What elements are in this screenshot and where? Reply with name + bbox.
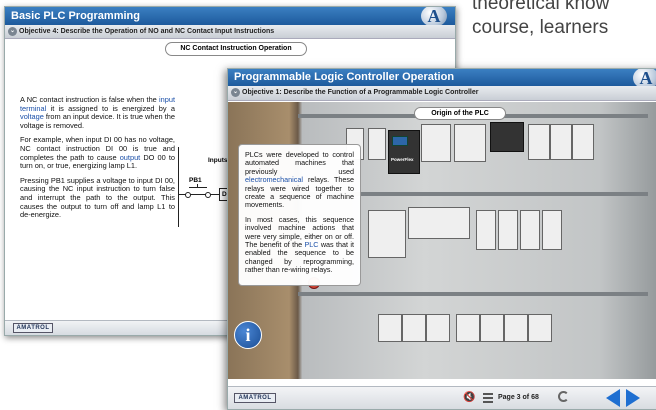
breaker-component <box>421 124 451 162</box>
front-title-bar: Programmable Logic Controller Operation … <box>228 69 656 89</box>
breaker-component <box>454 124 486 162</box>
front-info-panel: PLCs were developed to control automated… <box>238 144 361 286</box>
relay-component <box>368 128 386 160</box>
background-text-line-2: course, learners <box>472 17 609 38</box>
plc-module <box>408 207 470 239</box>
back-objective-bar[interactable]: ⌄ Objective 4: Describe the Operation of… <box>5 25 455 39</box>
back-paragraph-2: For example, when input DI 00 has no vol… <box>20 136 175 170</box>
front-course-window: Programmable Logic Controller Operation … <box>227 68 656 410</box>
drive-display <box>392 136 408 146</box>
ladder-diagram: Inputs PB1 DI <box>175 147 237 227</box>
terminal-block <box>476 210 496 250</box>
text-run: from an input device. It is true when th… <box>20 112 175 130</box>
front-paragraph-2: In most cases, this sequence involved ma… <box>245 215 354 275</box>
pushbutton-symbol <box>189 187 207 188</box>
back-amatrol-brand: AMATROL <box>13 323 53 333</box>
front-window-title: Programmable Logic Controller Operation <box>234 71 455 83</box>
diagram-inputs-label: Inputs <box>208 157 228 164</box>
chevron-down-icon[interactable]: ⌄ <box>8 27 17 36</box>
relay-component <box>402 314 426 342</box>
back-window-title: Basic PLC Programming <box>11 10 140 22</box>
front-paragraph-1: PLCs were developed to control automated… <box>245 150 354 210</box>
terminal-block <box>520 210 540 250</box>
mute-icon[interactable]: 🔇 <box>463 392 475 403</box>
previous-arrow-icon[interactable] <box>606 389 620 407</box>
front-objective-bar[interactable]: ⌄ Objective 1: Describe the Function of … <box>228 86 656 101</box>
amatrol-logo-icon[interactable]: A <box>421 7 447 27</box>
chevron-down-icon[interactable]: ⌄ <box>231 88 240 97</box>
relay-component <box>426 314 450 342</box>
text-run: PLCs were developed to control automated… <box>245 150 354 176</box>
back-body-text: A NC contact instruction is false when t… <box>20 95 175 226</box>
relay-component <box>528 124 550 160</box>
diagram-pb1-label: PB1 <box>189 177 202 184</box>
page-indicator: Page 3 of 68 <box>498 394 539 401</box>
terminal-dot <box>185 192 191 198</box>
diagram-power-rail <box>178 147 179 227</box>
next-arrow-icon[interactable] <box>626 389 640 407</box>
relay-component <box>550 124 572 160</box>
power-supply-component <box>368 210 406 258</box>
terminal-block <box>498 210 518 250</box>
relay-component <box>480 314 504 342</box>
relay-component <box>504 314 528 342</box>
back-objective-label: Objective 4: Describe the Operation of N… <box>19 28 275 35</box>
background-text-line-1: theoretical know <box>472 0 610 14</box>
front-amatrol-brand: AMATROL <box>234 393 276 403</box>
front-section-title: Origin of the PLC <box>414 107 506 120</box>
transformer-component <box>490 122 524 152</box>
replay-icon[interactable] <box>558 391 569 402</box>
relay-component <box>378 314 402 342</box>
background-text: theoretical know course, learners <box>472 0 656 40</box>
front-objective-label: Objective 1: Describe the Function of a … <box>242 89 479 96</box>
relay-component <box>572 124 594 160</box>
relay-component <box>528 314 552 342</box>
drive-brand-label: PowerFlex <box>391 157 414 162</box>
terminal-block <box>542 210 562 250</box>
back-section-title: NC Contact Instruction Operation <box>165 42 307 56</box>
pushbutton-stem <box>197 184 198 188</box>
info-button[interactable]: i <box>234 321 262 349</box>
terminal-dot <box>205 192 211 198</box>
front-footer: AMATROL 🔇 Page 3 of 68 <box>228 386 656 409</box>
back-paragraph-3: Pressing PB1 supplies a voltage to input… <box>20 175 175 220</box>
din-rail <box>298 292 648 296</box>
relay-component <box>456 314 480 342</box>
back-title-bar: Basic PLC Programming A <box>5 7 455 27</box>
back-paragraph-1: A NC contact instruction is false when t… <box>20 95 175 130</box>
